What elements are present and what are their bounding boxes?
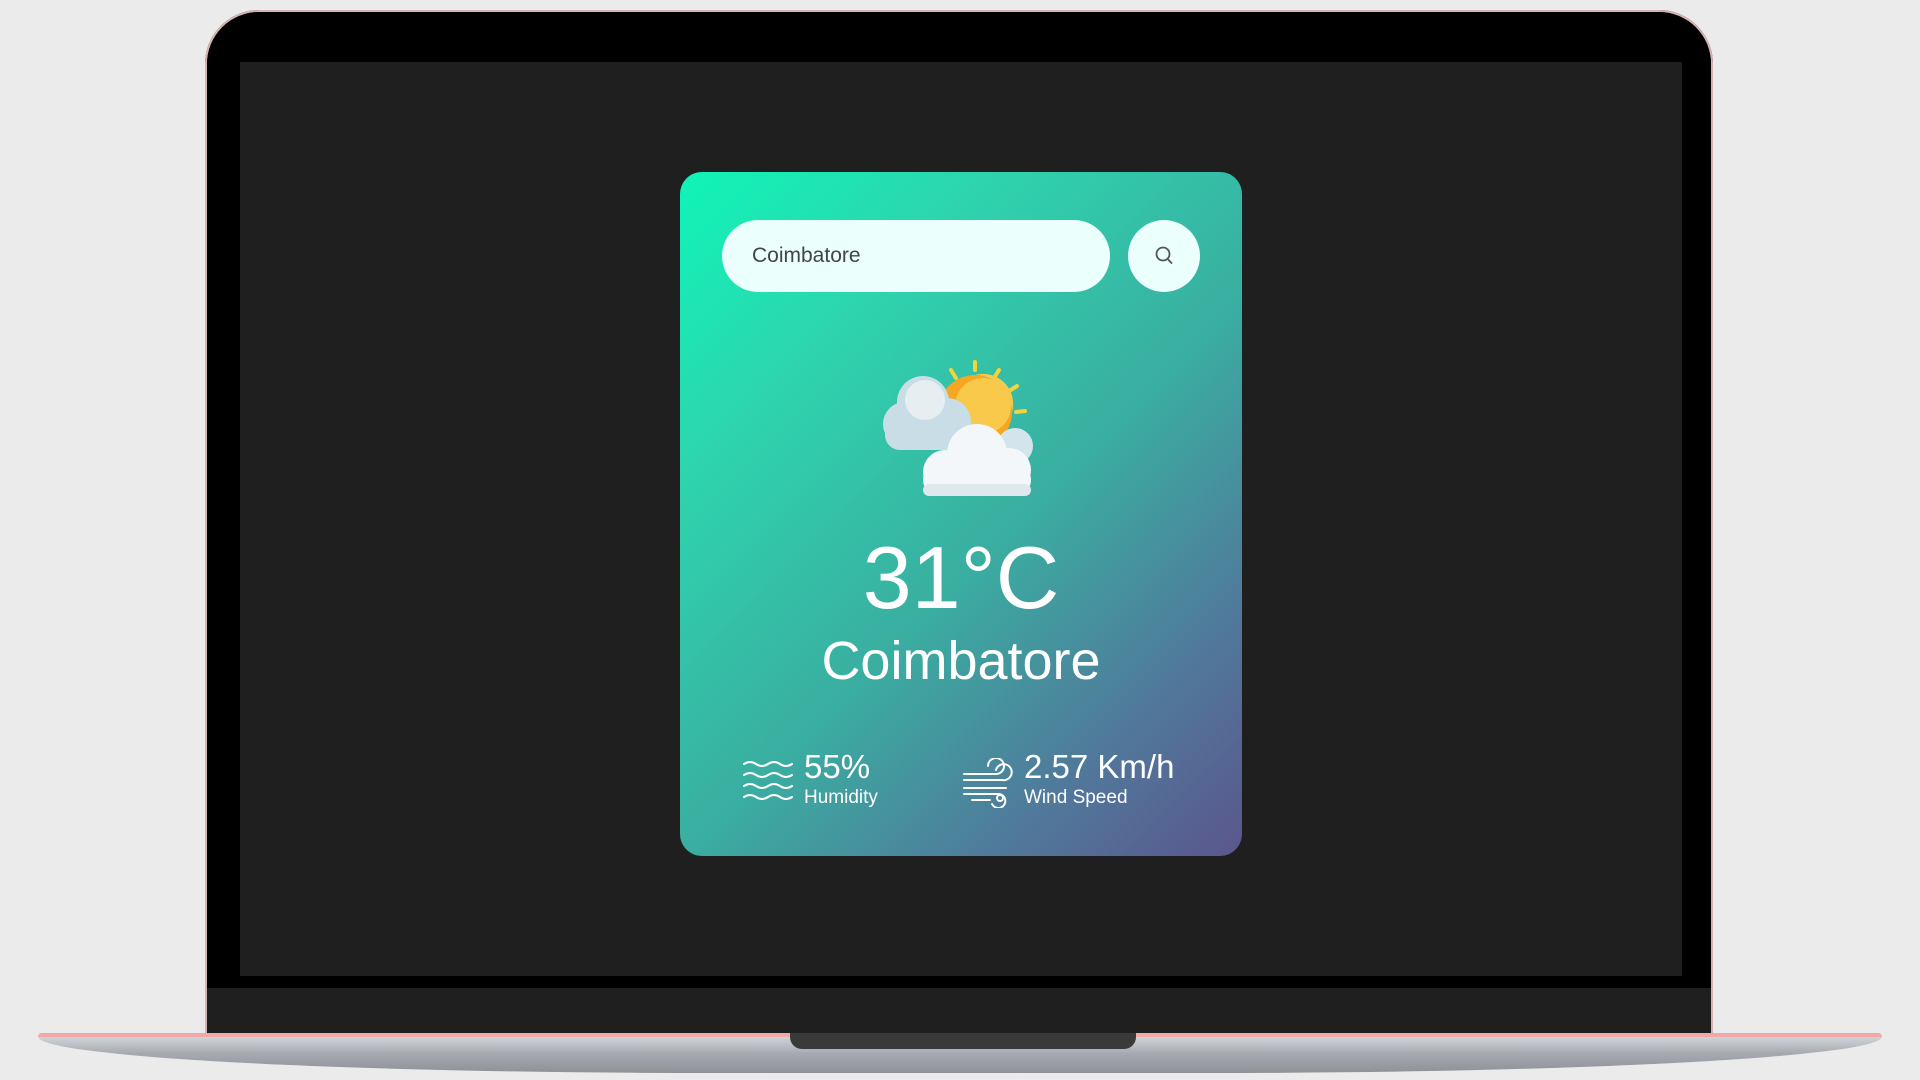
humidity-label: Humidity [804,787,878,808]
humidity-waves-icon [743,761,793,800]
wind-value: 2.57 Km/h [1024,748,1175,785]
wind-icon [963,758,1013,808]
partly-cloudy-sun-icon [883,360,1033,496]
wind-label: Wind Speed [1024,787,1128,808]
laptop-chin [207,988,1711,1036]
city-name: Coimbatore [821,631,1101,691]
search-icon [1155,246,1173,264]
humidity-value: 55% [804,748,871,785]
weather-card: 31°C Coimbatore 55% Humidity [680,172,1242,856]
temperature: 31°C [862,528,1060,627]
laptop-mockup: 31°C Coimbatore 55% Humidity [0,0,1920,1080]
search-bar [722,220,1200,292]
search-input[interactable] [722,220,1110,292]
search-button[interactable] [1128,220,1200,292]
laptop-notch [790,1033,1136,1049]
